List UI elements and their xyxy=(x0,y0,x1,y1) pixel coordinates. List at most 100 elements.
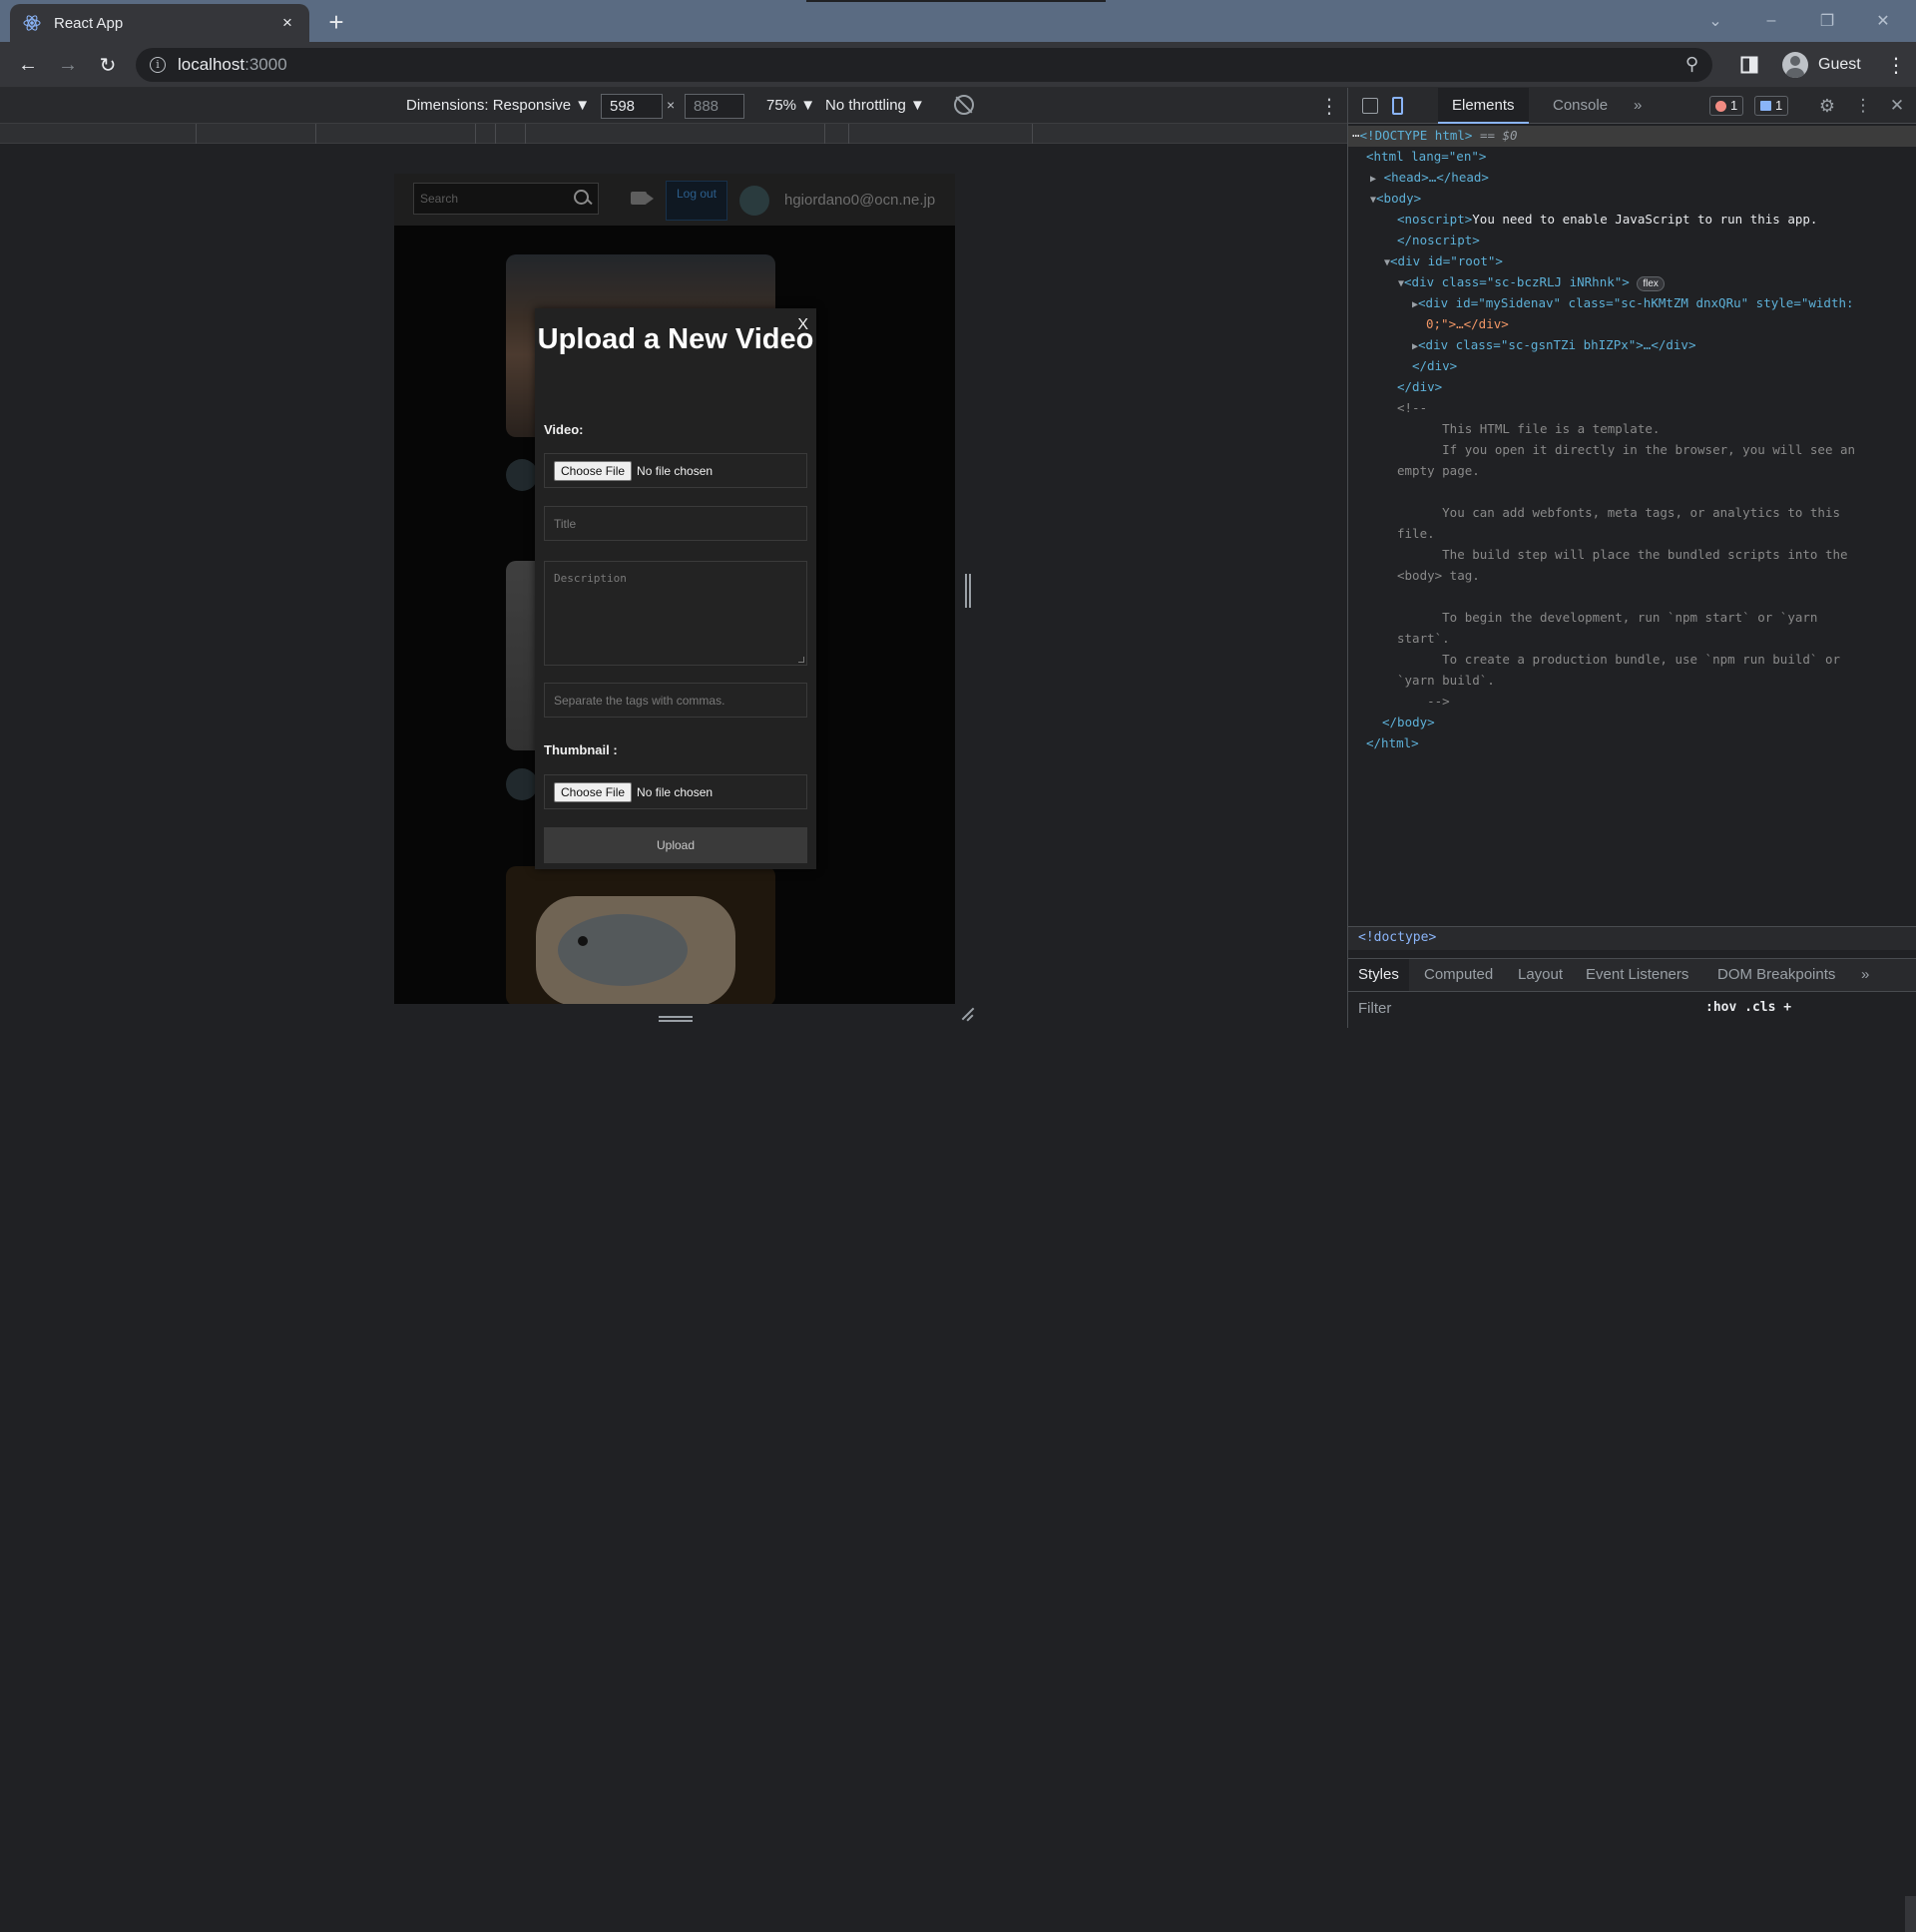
upload-button[interactable]: Upload xyxy=(544,827,807,863)
video-camera-icon[interactable] xyxy=(631,192,654,205)
address-bar[interactable]: i localhost:3000 ⚲ xyxy=(136,48,1712,82)
url-text[interactable]: localhost:3000 xyxy=(178,55,287,75)
tab-styles[interactable]: Styles xyxy=(1348,959,1409,991)
dom-node-noscript-close[interactable]: </noscript> xyxy=(1348,231,1916,251)
dom-node-head[interactable]: ▶ <head>…</head> xyxy=(1348,168,1916,191)
close-window-button[interactable]: ✕ xyxy=(1860,0,1906,42)
media-query-segment[interactable] xyxy=(196,124,197,144)
browser-menu-icon[interactable]: ⋮ xyxy=(1886,49,1906,81)
dom-node-sidenav-cont[interactable]: 0;">…</div> xyxy=(1348,314,1916,335)
dom-comment-line[interactable]: To create a production bundle, use `npm … xyxy=(1348,650,1916,671)
viewport-resize-handle-right[interactable] xyxy=(965,574,971,608)
forward-icon[interactable]: → xyxy=(52,49,84,81)
media-query-bar[interactable] xyxy=(0,124,1347,144)
thumbnail-file-input[interactable]: Choose File No file chosen xyxy=(544,774,807,809)
filter-tools[interactable]: :hov .cls + xyxy=(1705,1000,1791,1015)
error-count-badge[interactable]: 1 xyxy=(1709,96,1744,116)
dom-comment-line[interactable]: <!-- xyxy=(1348,398,1916,419)
search-input[interactable]: Search xyxy=(413,183,599,215)
inspect-element-icon[interactable] xyxy=(1362,98,1378,114)
dom-comment-line[interactable]: <body> tag. xyxy=(1348,566,1916,587)
tags-input[interactable]: Separate the tags with commas. xyxy=(544,683,807,718)
dom-tree: ⋯<!DOCTYPE html> == $0 <html lang="en"> … xyxy=(1348,126,1916,922)
logout-button[interactable]: Log out xyxy=(666,181,727,221)
dom-node-body[interactable]: ▼<body> xyxy=(1348,189,1916,212)
dom-comment-line[interactable]: You can add webfonts, meta tags, or anal… xyxy=(1348,503,1916,524)
styles-filter-input[interactable]: Filter xyxy=(1358,998,1697,1020)
rotate-icon[interactable] xyxy=(954,95,974,115)
dom-node-body-close[interactable]: </body> xyxy=(1348,713,1916,733)
dom-comment-line[interactable]: start`. xyxy=(1348,629,1916,650)
flex-badge[interactable]: flex xyxy=(1637,276,1665,291)
devtools-close-icon[interactable]: ✕ xyxy=(1887,96,1907,116)
viewport-resize-corner-icon[interactable] xyxy=(958,1006,974,1022)
width-input[interactable]: 598 xyxy=(601,94,663,119)
reload-icon[interactable]: ↻ xyxy=(92,49,124,81)
video-choose-file-button[interactable]: Choose File xyxy=(554,460,633,481)
tab-close-icon[interactable]: × xyxy=(277,13,297,33)
tab-layout[interactable]: Layout xyxy=(1508,959,1573,991)
browser-tab[interactable]: React App × xyxy=(10,4,309,42)
dom-node-div-close[interactable]: </div> xyxy=(1348,356,1916,377)
dimensions-select[interactable]: Dimensions: Responsive ▼ xyxy=(406,97,590,114)
dom-node-flex-div[interactable]: ▼<div class="sc-bczRLJ iNRhnk"> flex xyxy=(1348,272,1916,295)
dom-comment-line[interactable]: If you open it directly in the browser, … xyxy=(1348,440,1916,461)
tab-computed[interactable]: Computed xyxy=(1414,959,1503,991)
breadcrumb-item[interactable]: <!doctype> xyxy=(1358,930,1436,945)
zoom-magnifier-icon[interactable]: ⚲ xyxy=(1685,54,1698,75)
new-tab-button[interactable]: + xyxy=(321,8,351,38)
tab-elements[interactable]: Elements xyxy=(1438,88,1529,124)
height-input[interactable]: 888 xyxy=(685,94,744,119)
tab-event-listeners[interactable]: Event Listeners xyxy=(1576,959,1698,991)
media-query-segment[interactable] xyxy=(525,124,526,144)
profile-button[interactable]: Guest xyxy=(1776,50,1867,80)
restore-button[interactable]: ❐ xyxy=(1804,0,1850,42)
search-icon[interactable] xyxy=(572,188,594,210)
dom-comment-line[interactable]: This HTML file is a template. xyxy=(1348,419,1916,440)
dom-node-div-close[interactable]: </div> xyxy=(1348,377,1916,398)
viewport-resize-handle-bottom[interactable] xyxy=(659,1016,693,1022)
toggle-device-icon[interactable] xyxy=(1392,97,1403,115)
dom-comment-line[interactable]: empty page. xyxy=(1348,461,1916,482)
minimize-button[interactable]: – xyxy=(1748,0,1794,42)
media-query-segment[interactable] xyxy=(475,124,476,144)
dom-node-noscript[interactable]: <noscript>You need to enable JavaScript … xyxy=(1348,210,1916,231)
title-input[interactable]: Title xyxy=(544,506,807,541)
dom-node-html[interactable]: <html lang="en"> xyxy=(1348,147,1916,168)
dom-node-gsn-div[interactable]: ▶<div class="sc-gsnTZi bhIZPx">…</div> xyxy=(1348,335,1916,358)
media-query-segment[interactable] xyxy=(1032,124,1033,144)
video-file-input[interactable]: Choose File No file chosen xyxy=(544,453,807,488)
dom-node-root[interactable]: ▼<div id="root"> xyxy=(1348,251,1916,274)
media-query-segment[interactable] xyxy=(824,124,825,144)
dom-comment-line[interactable]: file. xyxy=(1348,524,1916,545)
dom-comment-line[interactable]: To begin the development, run `npm start… xyxy=(1348,608,1916,629)
description-textarea[interactable]: Description xyxy=(544,561,807,666)
site-info-icon[interactable]: i xyxy=(150,57,166,73)
dom-node-doctype[interactable]: ⋯<!DOCTYPE html> == $0 xyxy=(1348,126,1916,147)
side-panel-icon[interactable] xyxy=(1740,49,1758,81)
media-query-segment[interactable] xyxy=(848,124,849,144)
settings-gear-icon[interactable]: ⚙ xyxy=(1817,96,1837,116)
devtools-scrollbar[interactable] xyxy=(1905,1896,1916,1932)
dom-comment-line[interactable]: The build step will place the bundled sc… xyxy=(1348,545,1916,566)
user-avatar[interactable] xyxy=(739,186,769,216)
dom-comment-line[interactable]: `yarn build`. xyxy=(1348,671,1916,692)
media-query-segment[interactable] xyxy=(315,124,316,144)
textarea-resize-grip[interactable] xyxy=(798,657,804,663)
tab-dom-breakpoints[interactable]: DOM Breakpoints xyxy=(1707,959,1845,991)
tab-console[interactable]: Console xyxy=(1539,88,1622,124)
zoom-select[interactable]: 75% ▼ xyxy=(766,97,815,114)
back-icon[interactable]: ← xyxy=(12,49,44,81)
subtabs-more-icon[interactable]: » xyxy=(1851,959,1879,991)
info-count-badge[interactable]: 1 xyxy=(1754,96,1789,116)
devtools-menu-icon[interactable]: ⋮ xyxy=(1853,96,1873,116)
dom-node-html-close[interactable]: </html> xyxy=(1348,733,1916,754)
tab-search-icon[interactable]: ⌄ xyxy=(1692,0,1738,42)
more-options-icon[interactable]: ⋮ xyxy=(1319,94,1339,119)
throttling-select[interactable]: No throttling ▼ xyxy=(825,97,925,114)
more-tabs-icon[interactable]: » xyxy=(1620,88,1656,124)
media-query-segment[interactable] xyxy=(495,124,496,144)
dom-node-sidenav[interactable]: ▶<div id="mySidenav" class="sc-hKMtZM dn… xyxy=(1348,293,1916,316)
thumbnail-choose-file-button[interactable]: Choose File xyxy=(554,781,633,802)
dom-comment-line[interactable]: --> xyxy=(1348,692,1916,713)
